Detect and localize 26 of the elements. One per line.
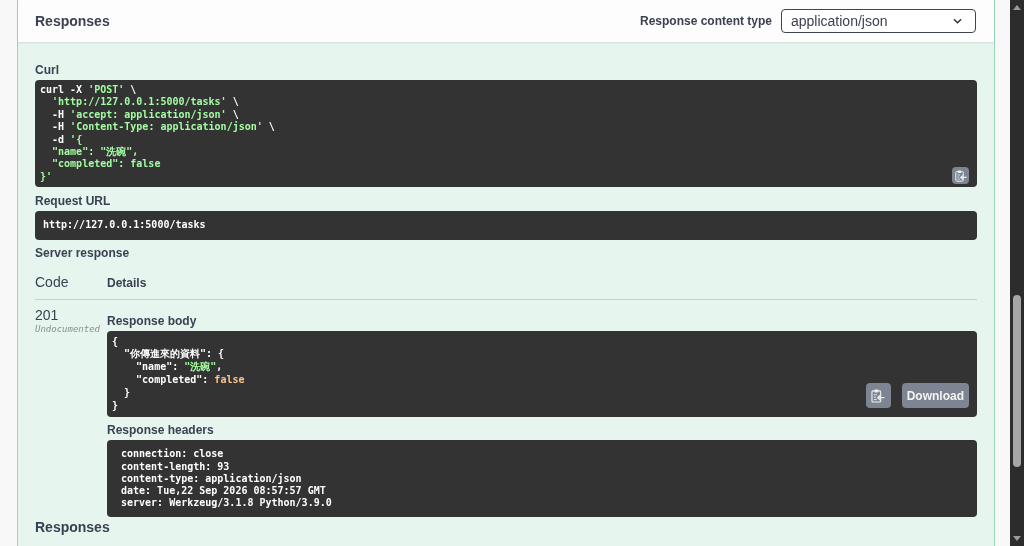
status-code: 201 [35,306,59,323]
response-headers-label: Response headers [107,423,215,438]
section-title: Responses [35,520,110,535]
response-headers-text: connection: close content-length: 93 content-type: application/json date: Tue,22 Sep 2026 08:57:57 GMT server: Werkzeug/3.1.8 Python/3.9.0 [121,448,332,510]
copy-button[interactable] [865,383,891,409]
request-url: http://127.0.0.1:5000/tasks [43,219,206,232]
content-type-select[interactable]: application/json [781,9,976,33]
response-body-code: { "你傳進來的資料": { "name": "洗碗", "completed": false } } [112,335,245,413]
curl-command: curl -X 'POST' \ 'http://127.0.0.1:5000/tasks' \ -H 'accept: application/json' \ -H 'Content-Type: application/json' \ -d '{ "name": "洗碗", "completed": false }' [40,84,275,184]
column-header: Code [35,273,69,290]
content-type-label: Response content type [639,14,772,28]
status-note: Undocumented [35,322,101,336]
request-url-label: Request URL [35,194,112,209]
section-title: Responses [35,13,110,29]
copy-button[interactable] [952,167,969,185]
clipboard-icon [871,388,886,403]
scrollbar[interactable] [1010,0,1024,546]
response-body-label: Response body [107,313,198,328]
server-response-label: Server response [35,245,131,260]
scroll-up-arrow-icon[interactable] [1013,5,1021,10]
scrollbar-thumb[interactable] [1013,295,1021,467]
scroll-down-arrow-icon[interactable] [1013,536,1021,541]
curl-label: Curl [35,63,60,77]
clipboard-icon [954,169,967,182]
chevron-down-icon [953,18,962,24]
column-header: Details [107,275,147,290]
